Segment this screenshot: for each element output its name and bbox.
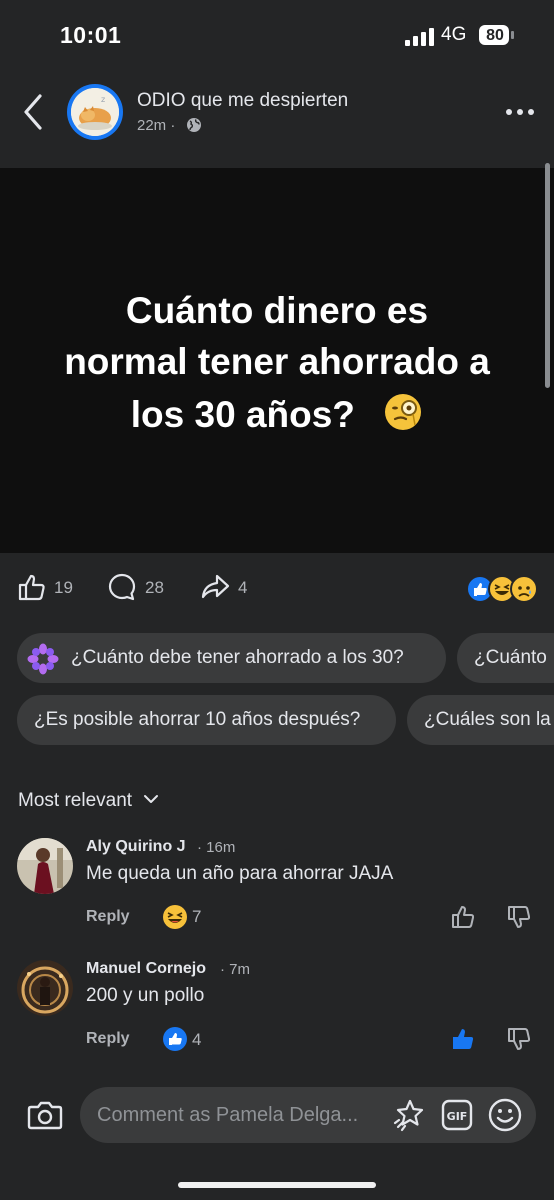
status-bar: 10:01 4G 80 [0, 0, 554, 70]
commenter-avatar[interactable] [17, 838, 73, 894]
reply-button[interactable]: Reply [86, 908, 130, 926]
sad-reaction-icon [510, 575, 538, 603]
comment-dislike-icon[interactable] [506, 1026, 532, 1052]
comment-like-active-icon[interactable] [450, 1026, 476, 1052]
comment-count: 28 [145, 578, 164, 597]
avatar-photo [17, 960, 73, 1016]
page-name[interactable]: ODIO que me despierten [137, 90, 348, 112]
reactions-summary[interactable] [466, 575, 542, 603]
comment-text: 200 y un pollo [86, 985, 205, 1006]
home-indicator[interactable] [178, 1182, 376, 1188]
battery-level: 80 [486, 27, 504, 44]
share-icon[interactable] [200, 572, 230, 602]
chevron-down-icon [144, 795, 159, 803]
suggestion-chip[interactable]: ¿Cuáles son la [407, 695, 554, 745]
like-icon[interactable] [162, 1026, 188, 1052]
globe-icon [187, 118, 201, 132]
battery-icon: 80 [477, 25, 515, 47]
scrollbar[interactable] [545, 163, 550, 388]
signal-icon [405, 28, 434, 46]
comment-time: · 16m [197, 839, 236, 856]
suggestion-chip-label: ¿Cuánto [474, 647, 547, 668]
reply-button[interactable]: Reply [86, 1030, 130, 1048]
suggestion-chip[interactable]: ¿Es posible ahorrar 10 años después? [17, 695, 396, 745]
comment-input[interactable]: Comment as Pamela Delga... [97, 1087, 387, 1143]
post-text-line-with-emoji: los 30 años? [0, 387, 554, 440]
comment-sort-dropdown[interactable]: Most relevant [18, 790, 159, 812]
post-text-line: los 30 años? [130, 394, 355, 435]
suggestion-chip-label: ¿Cuánto debe tener ahorrado a los 30? [71, 647, 404, 668]
reaction-count: 7 [192, 907, 202, 926]
post-image[interactable]: Cuánto dinero es normal tener ahorrado a… [0, 168, 554, 553]
network-type: 4G [441, 24, 467, 45]
svg-text:z: z [101, 95, 105, 104]
commenter-avatar[interactable] [17, 960, 73, 1016]
avatar-photo [17, 838, 73, 894]
post-text-line: normal tener ahorrado a [64, 341, 490, 382]
emoji-icon[interactable] [488, 1098, 522, 1132]
monocle-face-icon [385, 394, 422, 430]
comment-dislike-icon[interactable] [506, 904, 532, 930]
suggestion-chip-label: ¿Es posible ahorrar 10 años después? [34, 709, 361, 730]
avatar-sticker-icon[interactable] [392, 1097, 428, 1133]
sort-label: Most relevant [18, 790, 133, 811]
back-arrow-icon[interactable] [18, 92, 50, 132]
commenter-name[interactable]: Manuel Cornejo [86, 960, 206, 978]
suggestion-chip[interactable]: ¿Cuánto debe tener ahorrado a los 30? [17, 633, 446, 683]
reaction-count: 4 [192, 1030, 202, 1049]
post-time: 22m · [137, 117, 176, 134]
commenter-name[interactable]: Aly Quirino J [86, 838, 186, 856]
comment-time: · 7m [220, 961, 250, 978]
camera-icon[interactable] [27, 1098, 63, 1132]
comment-input-box[interactable]: Comment as Pamela Delga... GIF [80, 1087, 536, 1143]
post-text: Cuánto dinero es normal tener ahorrado a… [0, 285, 554, 440]
status-time: 10:01 [60, 22, 122, 48]
suggestion-chip[interactable]: ¿Cuánto [457, 633, 554, 683]
gif-icon[interactable]: GIF [441, 1099, 473, 1131]
like-outline-icon[interactable] [17, 572, 47, 602]
svg-text:GIF: GIF [447, 1110, 468, 1123]
comment-text: Me queda un año para ahorrar JAJA [86, 863, 394, 884]
haha-icon[interactable] [162, 904, 188, 930]
post-text-line: Cuánto dinero es [125, 290, 429, 331]
sleeping-cat-icon: z [71, 88, 119, 136]
like-count: 19 [54, 578, 73, 597]
ai-sparkle-icon [27, 643, 59, 675]
more-options-icon[interactable] [504, 100, 536, 124]
share-count: 4 [238, 578, 248, 597]
page-avatar[interactable]: z [67, 84, 123, 140]
comment-icon[interactable] [107, 572, 137, 602]
comment-like-icon[interactable] [450, 904, 476, 930]
suggestion-chip-label: ¿Cuáles son la [424, 709, 551, 730]
